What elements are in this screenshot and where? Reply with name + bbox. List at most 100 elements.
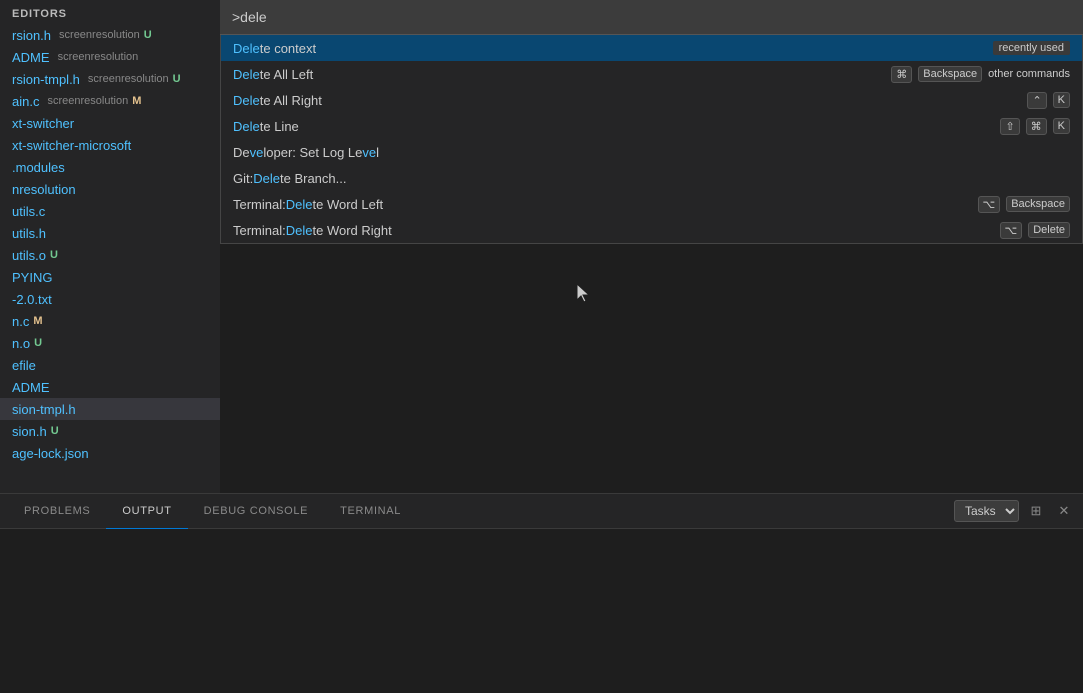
tasks-select[interactable]: Tasks	[954, 500, 1019, 522]
sidebar-item-name-7: nresolution	[12, 182, 76, 197]
kbd-6-1: Backspace	[1006, 196, 1070, 212]
cmd-suffix-3: te Line	[260, 119, 299, 134]
command-item-right-6: ⌥Backspace	[978, 196, 1071, 213]
kbd-7-0: ⌥	[1000, 222, 1023, 239]
cmd-prefix-7: Terminal:	[233, 223, 286, 238]
other-commands-badge-1: other commands	[988, 68, 1070, 80]
cmd-suffix-1: te All Left	[260, 67, 313, 82]
command-item-2[interactable]: Delete All Right⌃K	[221, 87, 1082, 113]
cmd-suffix-7: te Word Right	[313, 223, 392, 238]
sidebar-item-secondary-0: screenresolution	[59, 29, 140, 41]
command-input[interactable]	[232, 9, 1071, 25]
command-item-6[interactable]: Terminal: Delete Word Left ⌥Backspace	[221, 191, 1082, 217]
cmd-suffix-0: te context	[260, 41, 316, 56]
editor-area: ⋮ Delete contextrecently usedDelete All …	[220, 0, 1083, 493]
command-item-left-5: Git: Delete Branch...	[233, 171, 346, 186]
command-item-left-3: Delete Line	[233, 119, 299, 134]
sidebar-item-name-13: n.c	[12, 314, 29, 329]
kbd-2-1: K	[1053, 92, 1070, 108]
sidebar-item-name-10: utils.o	[12, 248, 46, 263]
kbd-1-1: Backspace	[918, 66, 982, 82]
sidebar-item-2[interactable]: rsion-tmpl.h screenresolution U	[0, 68, 220, 90]
kbd-3-1: ⌘	[1026, 118, 1047, 135]
cmd-highlight-1: Dele	[233, 67, 260, 82]
sidebar-item-badge-3: M	[132, 95, 141, 107]
panel-tabs-left: PROBLEMSOUTPUTDEBUG CONSOLETERMINAL	[8, 494, 417, 529]
cmd-text-4: De	[233, 145, 250, 160]
sidebar-item-badge-14: U	[34, 337, 42, 349]
command-item-right-3: ⇧ ⌘ K	[1000, 118, 1070, 135]
sidebar: EDITORS rsion.h screenresolution U ADME …	[0, 0, 220, 493]
command-item-right-2: ⌃K	[1027, 92, 1070, 109]
sidebar-item-name-0: rsion.h	[12, 28, 51, 43]
sidebar-item-name-3: ain.c	[12, 94, 39, 109]
panel-tab-terminal[interactable]: TERMINAL	[324, 494, 417, 529]
sidebar-item-3[interactable]: ain.c screenresolution M	[0, 90, 220, 112]
panel-tabs-right: Tasks ⊞ ✕	[954, 500, 1075, 522]
kbd-2-0: ⌃	[1027, 92, 1046, 109]
panel-tab-debug-console[interactable]: DEBUG CONSOLE	[188, 494, 325, 529]
command-item-left-7: Terminal: Delete Word Right	[233, 223, 392, 238]
sidebar-item-12[interactable]: -2.0.txt	[0, 288, 220, 310]
cmd-highlight-4: ve	[250, 145, 264, 160]
panel-close-icon: ✕	[1059, 503, 1070, 519]
sidebar-item-6[interactable]: .modules	[0, 156, 220, 178]
command-item-4[interactable]: Developer: Set Log Level	[221, 139, 1082, 165]
sidebar-item-10[interactable]: utils.o U	[0, 244, 220, 266]
sidebar-item-name-5: xt-switcher-microsoft	[12, 138, 131, 153]
cmd-suffix-5: te Branch...	[280, 171, 346, 186]
command-item-0[interactable]: Delete context recently used	[221, 35, 1082, 61]
sidebar-item-5[interactable]: xt-switcher-microsoft	[0, 134, 220, 156]
sidebar-item-name-4: xt-switcher	[12, 116, 74, 131]
cmd-suffix-2: te All Right	[260, 93, 322, 108]
sidebar-item-19[interactable]: age-lock.json	[0, 442, 220, 464]
panel-close-button[interactable]: ✕	[1053, 500, 1075, 522]
sidebar-item-badge-2: U	[173, 73, 181, 85]
panel-filter-icon: ⊞	[1031, 503, 1042, 519]
panel-tab-problems[interactable]: PROBLEMS	[8, 494, 106, 529]
command-item-1[interactable]: Delete All Left⌘Backspaceother commands	[221, 61, 1082, 87]
sidebar-item-15[interactable]: efile	[0, 354, 220, 376]
sidebar-item-secondary-2: screenresolution	[88, 73, 169, 85]
sidebar-item-8[interactable]: utils.c	[0, 200, 220, 222]
sidebar-item-9[interactable]: utils.h	[0, 222, 220, 244]
command-item-3[interactable]: Delete Line ⇧ ⌘ K	[221, 113, 1082, 139]
sidebar-item-7[interactable]: nresolution	[0, 178, 220, 200]
cmd-highlight-7: Dele	[286, 223, 313, 238]
panel-tab-output[interactable]: OUTPUT	[106, 494, 187, 529]
command-item-left-4: Developer: Set Log Level	[233, 145, 379, 160]
command-item-7[interactable]: Terminal: Delete Word Right ⌥ Delete	[221, 217, 1082, 243]
sidebar-item-11[interactable]: PYING	[0, 266, 220, 288]
sidebar-item-16[interactable]: ADME	[0, 376, 220, 398]
command-item-left-0: Delete context	[233, 41, 316, 56]
bottom-panel: PROBLEMSOUTPUTDEBUG CONSOLETERMINAL Task…	[0, 493, 1083, 693]
kbd-7-1: Delete	[1028, 222, 1070, 238]
command-item-left-2: Delete All Right	[233, 93, 322, 108]
sidebar-item-18[interactable]: sion.h U	[0, 420, 220, 442]
sidebar-item-secondary-3: screenresolution	[47, 95, 128, 107]
sidebar-item-4[interactable]: xt-switcher	[0, 112, 220, 134]
sidebar-item-name-19: age-lock.json	[12, 446, 89, 461]
kbd-3-2: K	[1053, 118, 1070, 134]
sidebar-item-name-2: rsion-tmpl.h	[12, 72, 80, 87]
sidebar-item-14[interactable]: n.o U	[0, 332, 220, 354]
command-item-right-1: ⌘Backspaceother commands	[891, 66, 1070, 83]
sidebar-item-name-1: ADME	[12, 50, 50, 65]
cmd-suffix-6: te Word Left	[313, 197, 384, 212]
sidebar-item-17[interactable]: sion-tmpl.h	[0, 398, 220, 420]
command-item-left-6: Terminal: Delete Word Left	[233, 197, 383, 212]
command-input-row	[220, 0, 1083, 35]
panel-filter-button[interactable]: ⊞	[1025, 500, 1047, 522]
kbd-3-0: ⇧	[1000, 118, 1019, 135]
cmd-prefix-6: Terminal:	[233, 197, 286, 212]
sidebar-item-name-16: ADME	[12, 380, 50, 395]
sidebar-item-name-11: PYING	[12, 270, 52, 285]
recently-used-badge-0: recently used	[993, 41, 1070, 55]
sidebar-item-0[interactable]: rsion.h screenresolution U	[0, 24, 220, 46]
sidebar-item-name-9: utils.h	[12, 226, 46, 241]
command-item-5[interactable]: Git: Delete Branch...	[221, 165, 1082, 191]
command-palette: Delete contextrecently usedDelete All Le…	[220, 0, 1083, 244]
sidebar-item-name-18: sion.h	[12, 424, 47, 439]
sidebar-item-1[interactable]: ADME screenresolution	[0, 46, 220, 68]
sidebar-item-13[interactable]: n.c M	[0, 310, 220, 332]
